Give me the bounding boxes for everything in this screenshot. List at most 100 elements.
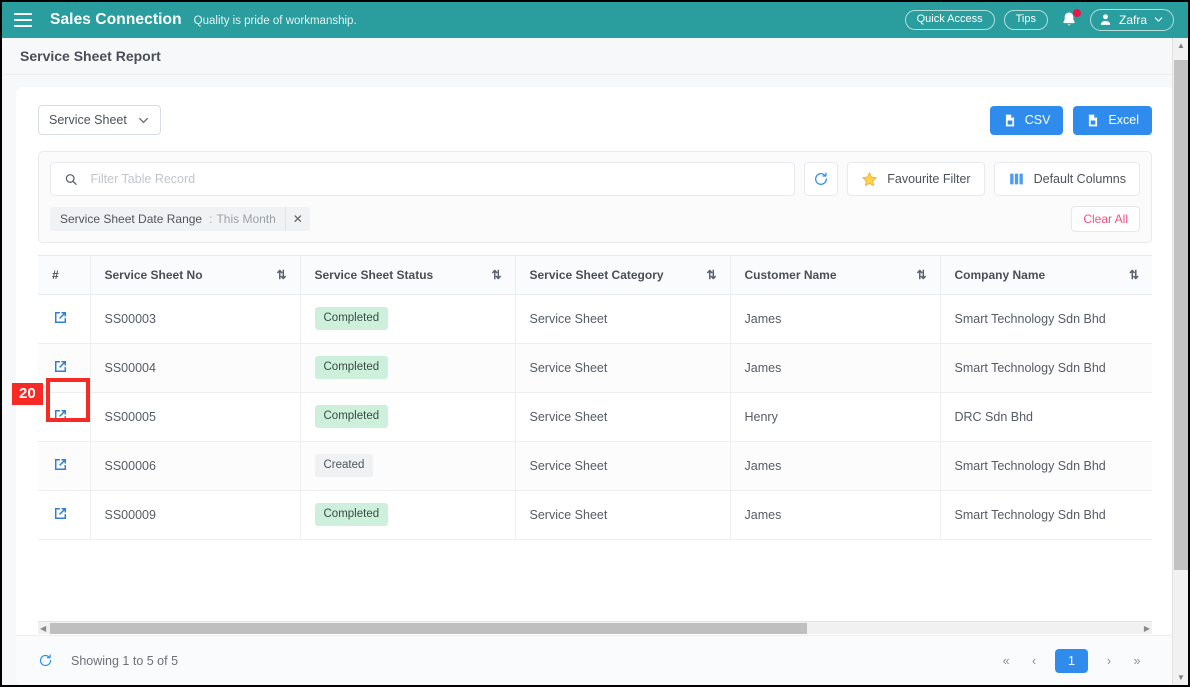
pagination: « ‹ 1 › » — [999, 648, 1144, 673]
external-link-icon[interactable] — [52, 309, 69, 326]
topbar-actions: Quick Access Tips Zafra — [904, 9, 1174, 31]
scroll-down-arrow-icon[interactable]: ▼ — [1173, 673, 1188, 682]
cell-service-sheet-category: Service Sheet — [515, 392, 731, 442]
cell-customer-name: James — [730, 490, 941, 540]
status-badge: Completed — [314, 356, 389, 379]
column-header-service-sheet-status[interactable]: Service Sheet Status ⇅ — [300, 256, 516, 295]
cell-service-sheet-no: SS00003 — [90, 294, 301, 344]
scroll-right-arrow-icon[interactable]: ▶ — [1144, 624, 1150, 633]
top-navigation-bar: Sales Connection Quality is pride of wor… — [2, 2, 1188, 38]
column-header-customer-name[interactable]: Customer Name ⇅ — [730, 256, 941, 295]
scroll-left-arrow-icon[interactable]: ◀ — [40, 624, 46, 633]
column-label-service-sheet-status: Service Sheet Status — [314, 267, 434, 282]
search-icon — [65, 173, 77, 185]
status-badge: Completed — [314, 503, 389, 526]
cell-service-sheet-status: Completed — [300, 490, 516, 540]
annotation-step-number: 20 — [12, 383, 43, 405]
refresh-filter-button[interactable] — [804, 162, 839, 196]
pagination-next-button[interactable]: › — [1102, 654, 1116, 668]
external-link-icon[interactable] — [52, 505, 69, 522]
chip-label: Service Sheet Date Range — [60, 212, 203, 226]
columns-icon — [1009, 173, 1023, 185]
column-label-customer-name: Customer Name — [744, 267, 837, 282]
row-open-cell — [38, 294, 91, 344]
cell-company-name: Smart Technology Sdn Bhd — [940, 294, 1152, 344]
table-head: # Service Sheet No ⇅ Service Sheet Statu… — [38, 256, 1152, 295]
default-columns-button[interactable]: Default Columns — [993, 162, 1140, 196]
export-excel-button[interactable]: Excel — [1073, 105, 1152, 135]
page-vertical-scrollbar[interactable]: ▲ ▼ — [1172, 38, 1188, 685]
csv-file-icon — [1005, 114, 1014, 126]
table-row: SS00003 Completed Service Sheet James Smart … — [38, 294, 1152, 344]
external-link-icon[interactable] — [52, 358, 69, 375]
status-badge: Completed — [314, 307, 389, 330]
vertical-scroll-thumb[interactable] — [1174, 60, 1188, 570]
column-header-service-sheet-no[interactable]: Service Sheet No ⇅ — [90, 256, 301, 295]
pagination-first-button[interactable]: « — [999, 654, 1013, 668]
cell-company-name: Smart Technology Sdn Bhd — [940, 490, 1152, 540]
sort-toggle-icon[interactable]: ⇅ — [276, 268, 286, 282]
column-header-company-name[interactable]: Company Name ⇅ — [940, 256, 1152, 295]
brand-tagline: Quality is pride of workmanship. — [193, 15, 357, 27]
refresh-icon — [815, 172, 828, 185]
horizontal-scroll-thumb[interactable] — [50, 623, 807, 634]
tips-button[interactable]: Tips — [1003, 10, 1048, 30]
filter-controls-row: Favourite Filter Default Columns — [50, 162, 1140, 196]
pagination-prev-button[interactable]: ‹ — [1027, 654, 1041, 668]
report-card: Service Sheet CSV Excel Filter Table Rec… — [16, 87, 1174, 685]
pagination-last-button[interactable]: » — [1130, 654, 1144, 668]
cell-service-sheet-category: Service Sheet — [515, 490, 731, 540]
filter-search-box[interactable] — [50, 162, 796, 196]
scroll-up-arrow-icon[interactable]: ▲ — [1173, 41, 1188, 50]
cell-service-sheet-status: Created — [300, 441, 516, 491]
table-row: SS00005 Completed Service Sheet Henry DRC Sd… — [38, 392, 1152, 442]
user-avatar-icon — [1100, 14, 1111, 25]
external-link-icon[interactable] — [52, 456, 69, 473]
user-menu-button[interactable]: Zafra — [1089, 9, 1174, 31]
column-header-service-sheet-category[interactable]: Service Sheet Category ⇅ — [515, 256, 731, 295]
column-label-company-name: Company Name — [954, 267, 1046, 282]
chip-separator: : — [209, 212, 213, 226]
chevron-down-icon — [1154, 17, 1163, 22]
table-row: SS00006 Created Service Sheet James Smart Te… — [38, 441, 1152, 491]
sort-toggle-icon[interactable]: ⇅ — [706, 268, 716, 282]
clear-all-button[interactable]: Clear All — [1071, 206, 1140, 232]
cell-service-sheet-no: SS00009 — [90, 490, 301, 540]
sort-toggle-icon[interactable]: ⇅ — [491, 268, 501, 282]
table-header-row: # Service Sheet No ⇅ Service Sheet Statu… — [38, 256, 1152, 295]
favourite-filter-label: Favourite Filter — [887, 172, 971, 186]
cell-customer-name: James — [730, 294, 941, 344]
cell-customer-name: James — [730, 441, 941, 491]
export-excel-label: Excel — [1108, 113, 1139, 127]
chip-remove-icon[interactable]: ✕ — [284, 207, 310, 231]
column-label-num: # — [52, 267, 59, 282]
report-type-select[interactable]: Service Sheet — [38, 105, 161, 135]
external-link-icon[interactable] — [52, 407, 69, 424]
filter-search-input[interactable] — [90, 172, 782, 186]
table-horizontal-scrollbar[interactable]: ◀ ▶ — [38, 621, 1152, 634]
table-body: SS00003 Completed Service Sheet James Smart … — [38, 294, 1152, 540]
row-open-cell — [38, 392, 91, 442]
cell-company-name: Smart Technology Sdn Bhd — [940, 343, 1152, 393]
pagination-page-1-button[interactable]: 1 — [1055, 648, 1088, 673]
sort-toggle-icon[interactable]: ⇅ — [916, 268, 926, 282]
excel-file-icon — [1089, 114, 1098, 126]
cell-customer-name: Henry — [730, 392, 941, 442]
active-filters-row: Service Sheet Date Range : This Month ✕ … — [50, 206, 1140, 232]
active-filter-chip: Service Sheet Date Range : This Month ✕ — [50, 207, 310, 231]
page-title: Service Sheet Report — [20, 48, 161, 64]
export-csv-button[interactable]: CSV — [989, 105, 1064, 135]
refresh-icon[interactable] — [38, 653, 53, 668]
export-csv-label: CSV — [1024, 113, 1051, 127]
column-label-service-sheet-no: Service Sheet No — [104, 267, 203, 282]
sort-toggle-icon[interactable]: ⇅ — [1129, 268, 1139, 282]
row-open-cell — [38, 441, 91, 491]
favourite-filter-button[interactable]: Favourite Filter — [847, 162, 985, 196]
cell-service-sheet-no: SS00006 — [90, 441, 301, 491]
notifications-button[interactable] — [1059, 9, 1081, 30]
showing-entries-label: Showing 1 to 5 of 5 — [71, 653, 179, 668]
row-open-cell — [38, 343, 91, 393]
cell-service-sheet-status: Completed — [300, 294, 516, 344]
hamburger-menu-icon[interactable] — [14, 13, 32, 27]
quick-access-button[interactable]: Quick Access — [904, 10, 995, 30]
